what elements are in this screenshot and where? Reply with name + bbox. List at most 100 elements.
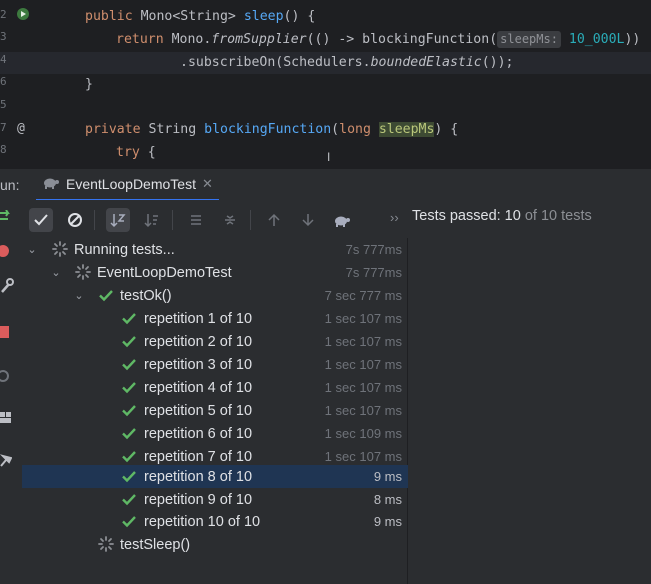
expand-all-icon[interactable] — [184, 208, 208, 232]
run-side-toolbar — [0, 200, 22, 584]
next-failed-icon[interactable] — [296, 208, 320, 232]
tree-node-label: repetition 5 of 10 — [144, 402, 253, 419]
collapse-all-icon[interactable] — [218, 208, 242, 232]
toolbar-separator — [250, 210, 251, 230]
tree-node-repetition[interactable]: repetition 5 of 10 1 sec 107 ms — [22, 399, 408, 422]
tree-node-label: repetition 9 of 10 — [144, 491, 253, 508]
parameter-hint: sleepMs: — [497, 31, 561, 48]
line-number: 4 — [0, 53, 7, 66]
tab-eventloopdemotest[interactable]: EventLoopDemoTest ✕ — [36, 169, 219, 201]
view-icon[interactable] — [0, 368, 16, 384]
tree-node-label: repetition 7 of 10 — [144, 448, 253, 465]
tree-node-duration: 1 sec 107 ms — [324, 357, 402, 372]
run-tool-window-header: un: EventLoopDemoTest ✕ — [0, 168, 651, 201]
stop-icon[interactable] — [0, 324, 16, 340]
sort-by-duration-button[interactable] — [140, 208, 164, 232]
wrench-icon[interactable] — [0, 278, 16, 294]
tree-node-label: repetition 8 of 10 — [144, 468, 253, 485]
sort-alphabetically-button[interactable] — [106, 208, 130, 232]
turtle-icon[interactable] — [330, 208, 354, 232]
code-line-5: } — [85, 77, 93, 92]
tree-node-running-tests[interactable]: ⌄ Running tests... 7s 777ms — [22, 238, 408, 261]
text-cursor-icon: I — [327, 150, 331, 164]
tree-node-duration: 1 sec 109 ms — [324, 426, 402, 441]
tree-node-repetition-selected[interactable]: repetition 8 of 10 9 ms — [22, 465, 408, 488]
tree-node-label: EventLoopDemoTest — [97, 264, 232, 281]
rerun-icon[interactable] — [0, 209, 16, 226]
tree-node-label: repetition 6 of 10 — [144, 425, 253, 442]
tree-node-duration: 1 sec 107 ms — [324, 334, 402, 349]
check-icon — [121, 491, 137, 507]
show-passed-button[interactable] — [29, 208, 53, 232]
chevron-down-icon[interactable]: ⌄ — [50, 266, 62, 279]
tree-node-duration: 1 sec 107 ms — [324, 449, 402, 464]
tree-node-label: repetition 10 of 10 — [144, 513, 261, 530]
tree-node-label: repetition 1 of 10 — [144, 310, 253, 327]
tree-node-repetition[interactable]: repetition 9 of 10 8 ms — [22, 488, 408, 511]
tree-node-duration: 7s 777ms — [345, 265, 402, 280]
check-icon — [121, 402, 137, 418]
show-ignored-button[interactable] — [63, 208, 87, 232]
spinner-icon — [98, 536, 114, 552]
highlighted-param: sleepMs — [378, 122, 435, 137]
line-number: 8 — [0, 143, 7, 156]
tree-node-duration: 1 sec 107 ms — [324, 380, 402, 395]
rerun-failed-icon[interactable] — [0, 243, 16, 259]
tree-node-duration: 9 ms — [373, 514, 402, 529]
run-window-label: un: — [0, 177, 20, 193]
tree-node-duration: 7 sec 777 ms — [324, 288, 402, 303]
tab-label: EventLoopDemoTest — [66, 176, 196, 192]
run-gutter-icon[interactable] — [15, 6, 31, 26]
test-results-tree[interactable]: ⌄ Running tests... 7s 777ms ⌄ EventLoopD… — [22, 238, 408, 584]
tree-node-label: testSleep() — [120, 536, 191, 553]
code-editor[interactable]: 2 3 4 5 6 7 8 @ public Mono<String> slee… — [0, 0, 651, 168]
layout-icon[interactable] — [0, 410, 16, 426]
tree-node-repetition[interactable]: repetition 6 of 10 1 sec 109 ms — [22, 422, 408, 445]
tree-node-label: repetition 2 of 10 — [144, 333, 253, 350]
tree-node-repetition[interactable]: repetition 1 of 10 1 sec 107 ms — [22, 307, 408, 330]
line-number: 3 — [0, 30, 7, 43]
line-number: 2 — [0, 8, 7, 21]
tree-node-repetition[interactable]: repetition 4 of 10 1 sec 107 ms — [22, 376, 408, 399]
code-line-3: return Mono.fromSupplier(() -> blockingF… — [116, 31, 641, 48]
tree-node-label: repetition 4 of 10 — [144, 379, 253, 396]
tree-node-duration: 1 sec 107 ms — [324, 403, 402, 418]
line-number: 6 — [0, 75, 7, 88]
toolbar-separator — [172, 210, 173, 230]
check-icon — [121, 425, 137, 441]
chevron-down-icon[interactable]: ⌄ — [73, 289, 85, 302]
check-icon — [121, 513, 137, 529]
check-icon — [121, 448, 137, 464]
check-icon — [121, 379, 137, 395]
tree-node-test-method[interactable]: ⌄ testOk() 7 sec 777 ms — [22, 284, 408, 307]
tree-node-repetition[interactable]: repetition 10 of 10 9 ms — [22, 510, 408, 533]
tree-node-duration: 1 sec 107 ms — [324, 311, 402, 326]
check-icon — [121, 356, 137, 372]
test-output-console[interactable] — [408, 238, 651, 584]
previous-failed-icon[interactable] — [262, 208, 286, 232]
close-icon[interactable]: ✕ — [202, 176, 213, 192]
test-status: Tests passed: 10 of 10 tests — [412, 208, 592, 224]
line-number: 7 — [0, 121, 7, 134]
tree-node-test-class[interactable]: ⌄ EventLoopDemoTest 7s 777ms — [22, 261, 408, 284]
code-line-2: public Mono<String> sleep() { — [85, 9, 316, 24]
code-line-8: try { — [116, 145, 156, 160]
tree-node-duration: 8 ms — [373, 492, 402, 507]
check-icon — [121, 310, 137, 326]
tree-node-duration: 7s 777ms — [345, 242, 402, 257]
tree-node-label: repetition 3 of 10 — [144, 356, 253, 373]
code-line-4: .subscribeOn(Schedulers.boundedElastic()… — [180, 55, 514, 70]
spinner-icon — [75, 264, 91, 280]
chevron-down-icon[interactable]: ⌄ — [26, 243, 38, 256]
spinner-icon — [52, 241, 68, 257]
tree-node-repetition[interactable]: repetition 3 of 10 1 sec 107 ms — [22, 353, 408, 376]
tree-node-duration: 9 ms — [373, 469, 402, 484]
code-line-7: private String blockingFunction(long sle… — [85, 122, 459, 137]
toolbar-separator — [94, 210, 95, 230]
chevron-right-icon[interactable]: ›› — [390, 210, 399, 225]
tree-node-repetition[interactable]: repetition 2 of 10 1 sec 107 ms — [22, 330, 408, 353]
pin-icon[interactable] — [0, 452, 16, 468]
check-icon — [98, 287, 114, 303]
annotation-icon[interactable]: @ — [17, 121, 25, 136]
tree-node-test-method[interactable]: testSleep() — [22, 533, 408, 556]
